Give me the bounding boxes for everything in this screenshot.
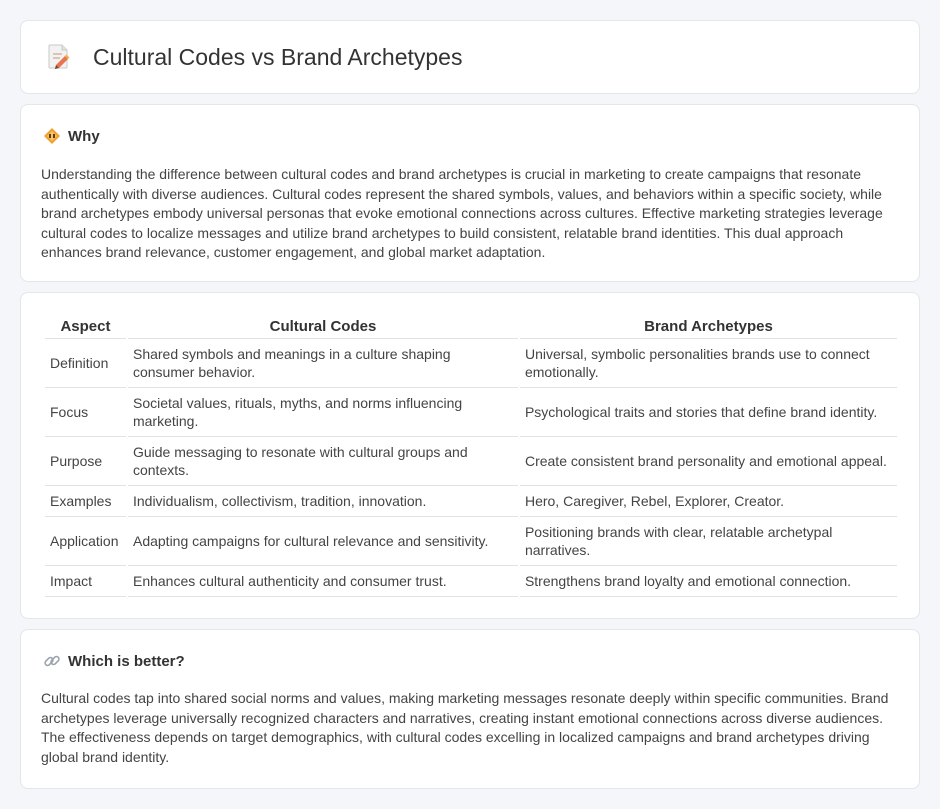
row-cultural-codes: Guide messaging to resonate with cultura…	[127, 437, 518, 486]
table-row: Purpose Guide messaging to resonate with…	[45, 437, 897, 486]
row-aspect: Focus	[45, 388, 126, 437]
row-aspect: Impact	[45, 566, 126, 597]
why-text: Understanding the difference between cul…	[41, 166, 883, 260]
table-row: Definition Shared symbols and meanings i…	[45, 339, 897, 388]
better-title: Which is better?	[68, 652, 185, 670]
header-aspect: Aspect	[45, 315, 126, 339]
why-heading: Why	[43, 127, 100, 145]
row-cultural-codes: Enhances cultural authenticity and consu…	[127, 566, 518, 597]
table-row: Examples Individualism, collectivism, tr…	[45, 486, 897, 517]
row-cultural-codes: Societal values, rituals, myths, and nor…	[127, 388, 518, 437]
row-brand-archetypes: Hero, Caregiver, Rebel, Explorer, Creato…	[519, 486, 897, 517]
table-row: Impact Enhances cultural authenticity an…	[45, 566, 897, 597]
row-brand-archetypes: Create consistent brand personality and …	[519, 437, 897, 486]
row-aspect: Application	[45, 517, 126, 566]
which-better-card: Which is better? Cultural codes tap into…	[20, 629, 920, 789]
why-title: Why	[68, 127, 100, 145]
table-row: Focus Societal values, rituals, myths, a…	[45, 388, 897, 437]
better-text: Cultural codes tap into shared social no…	[41, 690, 889, 765]
header-cultural-codes: Cultural Codes	[127, 315, 518, 339]
header-brand-archetypes: Brand Archetypes	[519, 315, 897, 339]
row-aspect: Examples	[45, 486, 126, 517]
row-cultural-codes: Shared symbols and meanings in a culture…	[127, 339, 518, 388]
link-icon	[44, 655, 60, 667]
title-card: Cultural Codes vs Brand Archetypes	[20, 20, 920, 94]
comparison-card: Aspect Cultural Codes Brand Archetypes D…	[20, 292, 920, 619]
title-row: Cultural Codes vs Brand Archetypes	[47, 43, 462, 71]
row-aspect: Definition	[45, 339, 126, 388]
table-header-row: Aspect Cultural Codes Brand Archetypes	[45, 315, 897, 339]
comparison-table: Aspect Cultural Codes Brand Archetypes D…	[43, 315, 899, 597]
row-cultural-codes: Individualism, collectivism, tradition, …	[127, 486, 518, 517]
document-pencil-icon	[48, 44, 70, 69]
page-title: Cultural Codes vs Brand Archetypes	[93, 43, 463, 70]
row-brand-archetypes: Strengthens brand loyalty and emotional …	[519, 566, 897, 597]
row-brand-archetypes: Psychological traits and stories that de…	[519, 388, 897, 437]
row-cultural-codes: Adapting campaigns for cultural relevanc…	[127, 517, 518, 566]
row-brand-archetypes: Universal, symbolic personalities brands…	[519, 339, 897, 388]
why-card: Why Understanding the difference between…	[20, 104, 920, 282]
table-row: Application Adapting campaigns for cultu…	[45, 517, 897, 566]
diamond-warning-icon	[44, 128, 60, 144]
row-brand-archetypes: Positioning brands with clear, relatable…	[519, 517, 897, 566]
better-heading: Which is better?	[43, 652, 185, 670]
row-aspect: Purpose	[45, 437, 126, 486]
